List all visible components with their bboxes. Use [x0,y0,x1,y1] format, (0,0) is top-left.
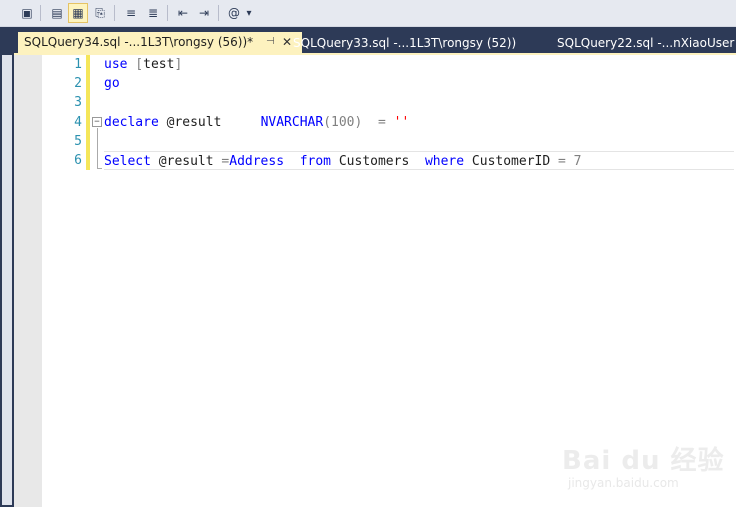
current-code-line: Select @result =Address from Customers w… [104,150,734,171]
properties-icon[interactable]: ▣ [17,3,37,23]
watermark-brand: Bai du 经验 [562,446,725,476]
document-tab-strip: SQLQuery34.sql -...1L3T\rongsy (56))* ⊣ … [14,27,736,53]
line-number: 3 [74,95,82,111]
watermark-url: jingyan.baidu.com [568,476,679,490]
tab-sqlquery33[interactable]: SQLQuery33.sql -...1L3T\rongsy (52)) [287,33,516,53]
line-number: 6 [74,152,82,168]
code-area[interactable]: use [test] go declare @result NVARCHAR(1… [104,55,734,171]
baidu-watermark: Bai du 经验 jingyan.baidu.com [562,428,732,494]
tab-label: SQLQuery33.sql -...1L3T\rongsy (52)) [293,36,517,50]
glyph-margin [14,55,42,507]
tab-label: SQLQuery22.sql -...nXiaoUser ( [557,36,736,50]
line-number: 4 [74,114,82,130]
line-number: 5 [74,133,82,149]
tab-sqlquery22[interactable]: SQLQuery22.sql -...nXiaoUser ( [551,33,736,53]
collapse-region-icon[interactable]: − [92,117,102,127]
line-number: 1 [74,57,82,72]
decrease-indent-icon[interactable]: ⇤ [173,3,193,23]
code-line: use [test] [104,57,183,72]
toolbar-separator [40,5,41,21]
results-to-text-icon[interactable]: ▤ [47,3,67,23]
pin-icon[interactable]: ⊣ [266,32,275,52]
outline-guide [97,128,98,168]
comment-icon[interactable]: ≡ [121,3,141,23]
line-number: 2 [74,76,82,92]
code-line: go [104,76,120,92]
results-to-grid-icon[interactable]: ▦ [68,3,88,23]
uncomment-icon[interactable]: ≣ [143,3,163,23]
results-to-file-icon[interactable]: ⎘ [90,3,110,23]
change-tracking-bar [86,55,90,170]
toolbar-dropdown-icon[interactable]: ▾ [243,3,255,23]
increase-indent-icon[interactable]: ⇥ [194,3,214,23]
sql-editor[interactable]: 1 2 3 4 5 6 − use [test] go declare @res… [14,55,736,507]
toolbar-separator [218,5,219,21]
left-panel-strip [0,27,14,507]
toolbar-separator [167,5,168,21]
toolbar-separator [114,5,115,21]
tab-label: SQLQuery34.sql -...1L3T\rongsy (56))* [24,35,254,49]
tab-sqlquery34[interactable]: SQLQuery34.sql -...1L3T\rongsy (56))* ⊣ … [18,32,302,53]
outline-guide-end [97,168,102,169]
specify-values-icon[interactable]: @ [224,3,244,23]
line-numbers: 1 2 3 4 5 6 [42,55,84,170]
left-panel-scrollbar[interactable] [2,55,12,505]
toolbar: ▣ ▤ ▦ ⎘ ≡ ≣ ⇤ ⇥ @ ▾ [0,0,736,27]
code-line: declare @result NVARCHAR(100) = '' [104,114,410,130]
